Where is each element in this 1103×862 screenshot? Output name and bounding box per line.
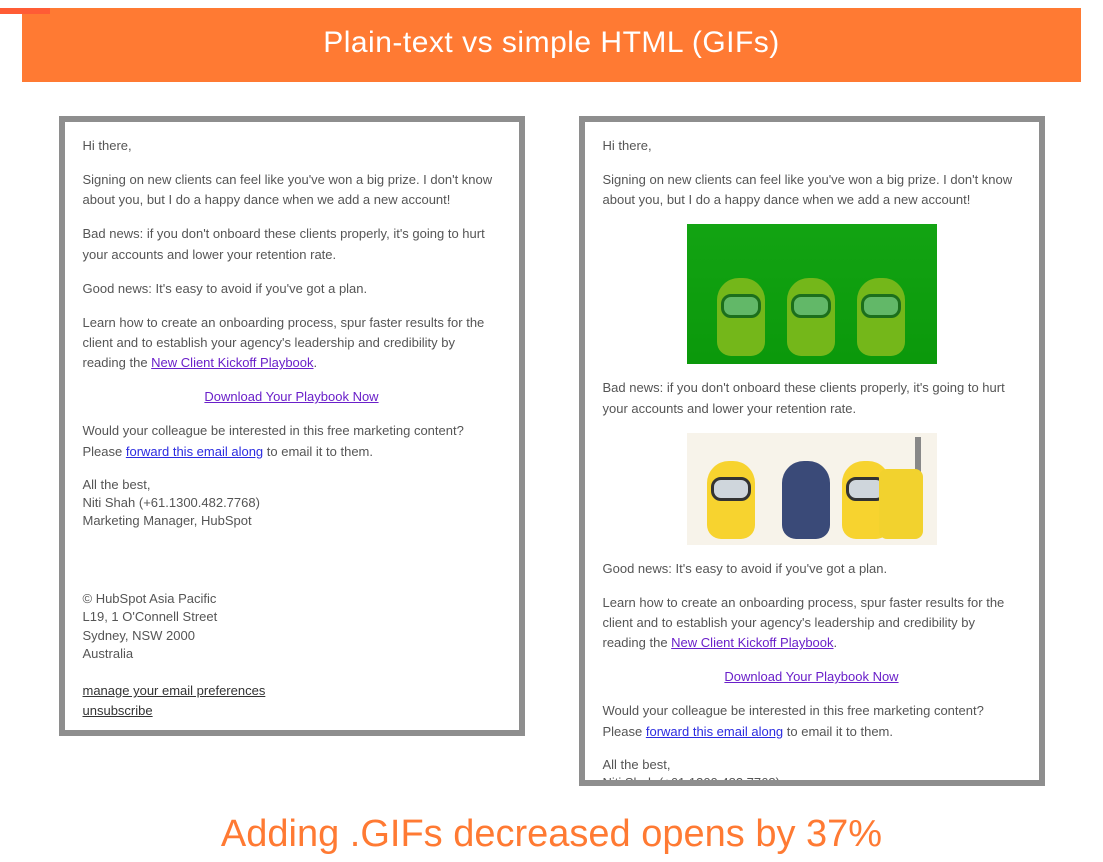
para-3: Good news: It's easy to avoid if you've … (83, 279, 501, 299)
para-2: Bad news: if you don't onboard these cli… (83, 224, 501, 264)
footer-line-1: © HubSpot Asia Pacific (83, 590, 501, 608)
para-4: Learn how to create an onboarding proces… (83, 313, 501, 373)
kickoff-playbook-link[interactable]: New Client Kickoff Playbook (671, 635, 833, 650)
sig-line-2: Niti Shah (+61.1300.482.7768) (603, 774, 1021, 786)
comparison-row: Hi there, Signing on new clients can fee… (0, 116, 1103, 786)
para-5-tail: to email it to them. (783, 724, 893, 739)
kickoff-playbook-link[interactable]: New Client Kickoff Playbook (151, 355, 313, 370)
prefs-block: manage your email preferences unsubscrib… (83, 681, 501, 720)
para-5: Would your colleague be interested in th… (83, 421, 501, 461)
footer-line-4: Australia (83, 645, 501, 663)
forward-email-link[interactable]: forward this email along (126, 444, 263, 459)
html-email-panel: Hi there, Signing on new clients can fee… (579, 116, 1045, 786)
para-4-tail: . (834, 635, 838, 650)
result-caption: Adding .GIFs decreased opens by 37% (0, 813, 1103, 856)
para-4: Learn how to create an onboarding proces… (603, 593, 1021, 653)
download-cta-row: Download Your Playbook Now (603, 667, 1021, 687)
footer-line-2: L19, 1 O'Connell Street (83, 608, 501, 626)
plaintext-email-panel: Hi there, Signing on new clients can fee… (59, 116, 525, 736)
minions-cheering-gif (687, 224, 937, 364)
para-5-tail: to email it to them. (263, 444, 373, 459)
forward-email-link[interactable]: forward this email along (646, 724, 783, 739)
accent-strip (0, 8, 50, 14)
slide-title: Plain-text vs simple HTML (GIFs) (22, 8, 1081, 82)
para-3: Good news: It's easy to avoid if you've … (603, 559, 1021, 579)
signature-block: All the best, Niti Shah (+61.1300.482.77… (83, 476, 501, 531)
footer-line-3: Sydney, NSW 2000 (83, 627, 501, 645)
greeting: Hi there, (603, 136, 1021, 156)
download-playbook-link[interactable]: Download Your Playbook Now (724, 669, 898, 684)
sig-line-3: Marketing Manager, HubSpot (83, 512, 501, 530)
para-4-tail: . (314, 355, 318, 370)
download-playbook-link[interactable]: Download Your Playbook Now (204, 389, 378, 404)
download-cta-row: Download Your Playbook Now (83, 387, 501, 407)
manage-preferences-link[interactable]: manage your email preferences (83, 683, 266, 698)
sig-line-1: All the best, (603, 756, 1021, 774)
para-1: Signing on new clients can feel like you… (603, 170, 1021, 210)
para-5: Would your colleague be interested in th… (603, 701, 1021, 741)
address-block: © HubSpot Asia Pacific L19, 1 O'Connell … (83, 590, 501, 663)
sig-line-1: All the best, (83, 476, 501, 494)
sig-line-2: Niti Shah (+61.1300.482.7768) (83, 494, 501, 512)
greeting: Hi there, (83, 136, 501, 156)
signature-block: All the best, Niti Shah (+61.1300.482.77… (603, 756, 1021, 786)
para-2: Bad news: if you don't onboard these cli… (603, 378, 1021, 418)
minions-alarm-gif (687, 433, 937, 545)
unsubscribe-link[interactable]: unsubscribe (83, 703, 153, 718)
para-1: Signing on new clients can feel like you… (83, 170, 501, 210)
